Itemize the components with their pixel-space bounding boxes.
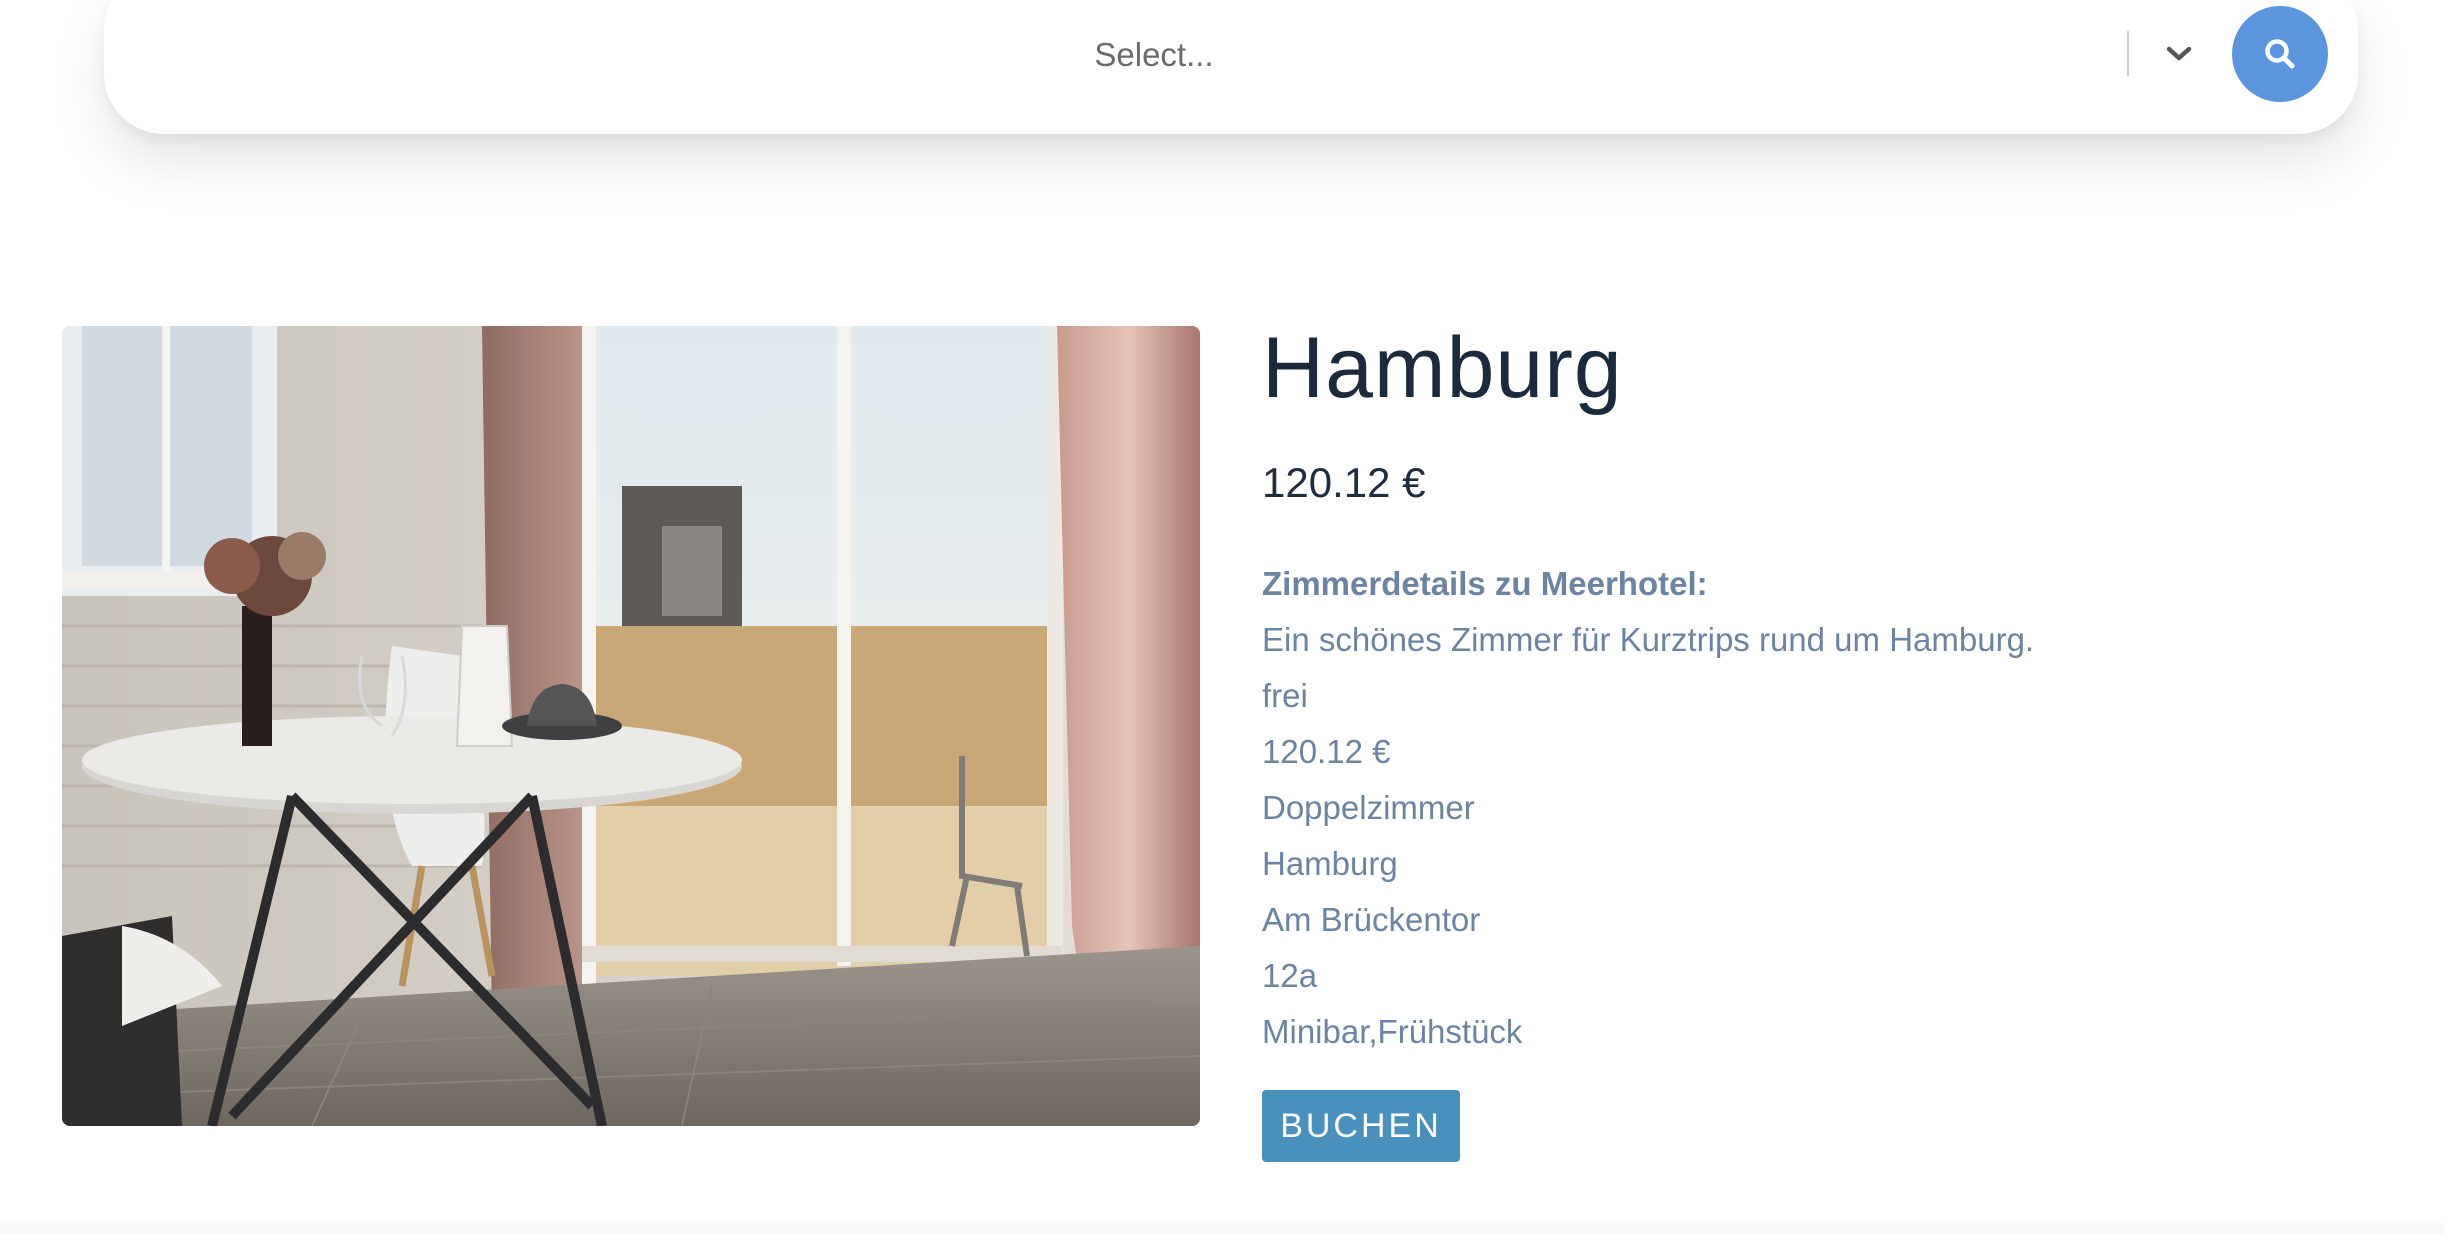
location-select[interactable]: Select... bbox=[104, 0, 2204, 110]
room-type: Doppelzimmer bbox=[1262, 789, 1475, 826]
search-button[interactable] bbox=[2232, 6, 2328, 102]
book-button[interactable]: BUCHEN bbox=[1262, 1090, 1460, 1162]
room-photo bbox=[62, 326, 1200, 1126]
page: Select... Hamburg 120.12 € Zimmerdetails… bbox=[0, 0, 2444, 1234]
room-info: Hamburg 120.12 € Zimmerdetails zu Meerho… bbox=[1262, 318, 2362, 1162]
select-divider bbox=[2127, 31, 2129, 76]
select-dropdown-toggle[interactable] bbox=[2154, 28, 2204, 80]
chevron-down-icon bbox=[2166, 46, 2192, 61]
room-description: Ein schönes Zimmer für Kurztrips rund um… bbox=[1262, 621, 2035, 658]
room-availability: frei bbox=[1262, 677, 1308, 714]
search-icon bbox=[2265, 39, 2295, 69]
room-details: Zimmerdetails zu Meerhotel: Ein schönes … bbox=[1262, 556, 2362, 1060]
footer-strip bbox=[0, 1222, 2444, 1234]
select-placeholder-text: Select... bbox=[1094, 36, 1214, 73]
room-price: 120.12 € bbox=[1262, 459, 1426, 506]
search-select-bar: Select... bbox=[104, 0, 2358, 134]
room-details-heading: Zimmerdetails zu Meerhotel: bbox=[1262, 565, 1708, 602]
room-house-number: 12a bbox=[1262, 957, 1318, 994]
room-street: Am Brückentor bbox=[1262, 901, 1481, 938]
room-city: Hamburg bbox=[1262, 845, 1398, 882]
room-city-title: Hamburg bbox=[1262, 320, 1623, 416]
room-price-detail: 120.12 € bbox=[1262, 733, 1391, 770]
room-amenities: Minibar,Frühstück bbox=[1262, 1013, 1523, 1050]
